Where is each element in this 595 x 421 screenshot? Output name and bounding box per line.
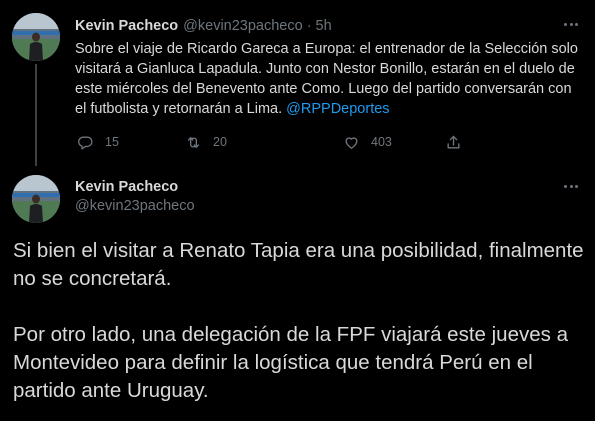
tweet-paragraph: Por otro lado, una delegación de la FPF … bbox=[13, 323, 568, 402]
heart-icon bbox=[345, 136, 358, 149]
avatar[interactable] bbox=[12, 13, 60, 61]
tweet-paragraph: Si bien el visitar a Renato Tapia era un… bbox=[13, 239, 584, 290]
more-options-icon[interactable] bbox=[561, 179, 581, 193]
retweet-button[interactable]: 20 bbox=[185, 132, 227, 152]
main-tweet: Kevin Pacheco @kevin23pacheco Si bien el… bbox=[0, 162, 595, 421]
more-options-icon[interactable] bbox=[561, 17, 581, 31]
share-icon bbox=[447, 135, 460, 148]
parent-tweet[interactable]: Kevin Pacheco @kevin23pacheco · 5h Sobre… bbox=[0, 0, 595, 166]
tweet-actions: 15 20 403 bbox=[75, 132, 495, 152]
thread-connector-line bbox=[35, 64, 37, 166]
author-name[interactable]: Kevin Pacheco bbox=[75, 18, 178, 34]
reply-button[interactable]: 15 bbox=[77, 132, 119, 152]
avatar[interactable] bbox=[12, 175, 60, 223]
author-handle[interactable]: @kevin23pacheco bbox=[183, 18, 303, 34]
reply-count: 15 bbox=[105, 135, 119, 149]
mention-link[interactable]: @RPPDeportes bbox=[286, 101, 389, 117]
avatar-photo bbox=[12, 13, 60, 61]
tweet-text: Sobre el viaje de Ricardo Gareca a Europ… bbox=[75, 39, 585, 119]
author-handle[interactable]: @kevin23pacheco bbox=[75, 198, 195, 214]
like-button[interactable]: 403 bbox=[343, 132, 392, 152]
tweet-thread: Kevin Pacheco @kevin23pacheco · 5h Sobre… bbox=[0, 0, 595, 421]
author-name[interactable]: Kevin Pacheco bbox=[75, 179, 178, 195]
avatar-photo bbox=[12, 175, 60, 223]
separator-dot: · bbox=[306, 18, 312, 34]
tweet-timestamp[interactable]: 5h bbox=[316, 18, 332, 34]
retweet-icon bbox=[187, 136, 200, 148]
tweet-header: Kevin Pacheco @kevin23pacheco · 5h bbox=[75, 16, 332, 36]
reply-icon bbox=[78, 136, 93, 150]
share-button[interactable] bbox=[445, 132, 462, 152]
retweet-count: 20 bbox=[213, 135, 227, 149]
like-count: 403 bbox=[371, 135, 392, 149]
tweet-text: Si bien el visitar a Renato Tapia era un… bbox=[13, 237, 588, 405]
